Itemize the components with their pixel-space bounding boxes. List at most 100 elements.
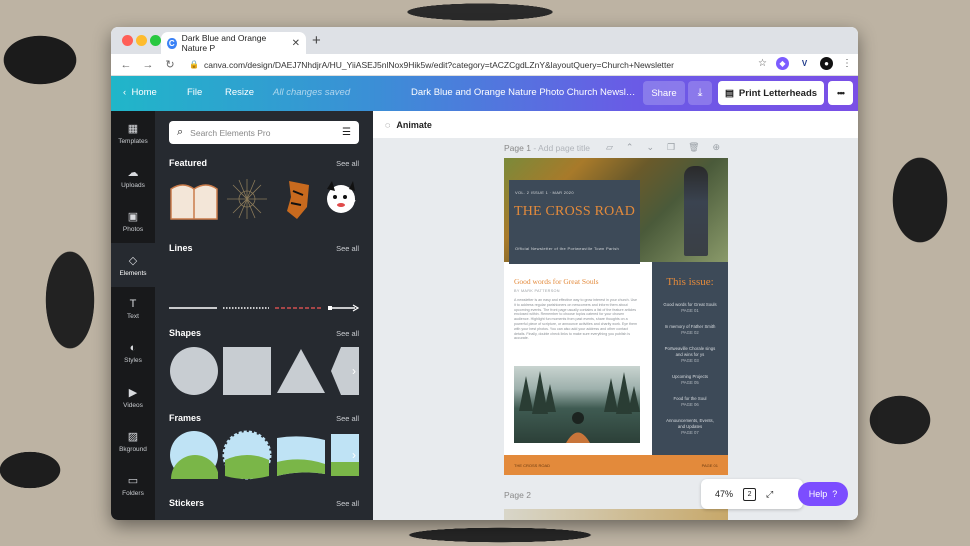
more-options-button[interactable]: ••• (828, 81, 853, 105)
page-footer[interactable]: THE CROSS ROAD PAGE 01 (504, 455, 728, 475)
file-menu[interactable]: File (187, 87, 202, 98)
footer-title: THE CROSS ROAD (514, 463, 551, 468)
zoom-level[interactable]: 47% (715, 489, 733, 499)
contents-item: In memory of Father Smith PAGE 02 (652, 324, 728, 336)
browser-tab[interactable]: C Dark Blue and Orange Nature P ✕ (161, 32, 306, 54)
search-input[interactable]: Search Elements Pro (190, 128, 270, 138)
lock-icon[interactable]: 🔒 (189, 60, 199, 69)
search-icon: ⌕ (177, 126, 184, 138)
print-letterheads-button[interactable]: ▤ Print Letterheads (718, 81, 824, 105)
lines-row (169, 304, 359, 312)
delete-page-icon[interactable]: 🗑 (688, 142, 699, 153)
maximize-window-button[interactable] (150, 35, 161, 46)
move-down-icon[interactable]: ⌄ (646, 142, 654, 153)
add-page-icon[interactable]: ⊕ (713, 142, 721, 153)
design-page-2[interactable] (504, 509, 728, 520)
tab-strip: C Dark Blue and Orange Nature P ✕ + (111, 27, 858, 54)
back-icon[interactable]: ← (119, 59, 133, 71)
home-button[interactable]: ‹ Home (123, 87, 157, 98)
frames-see-all[interactable]: See all (336, 414, 359, 423)
scalloped-frame[interactable] (222, 430, 272, 480)
download-icon[interactable]: ⤓ (688, 81, 712, 105)
extension-dark-icon[interactable]: ● (820, 57, 833, 70)
newsletter-title[interactable]: THE CROSS ROAD (514, 204, 635, 220)
arrow-line[interactable] (328, 304, 359, 312)
vimeo-extension-icon[interactable]: V (798, 57, 811, 70)
background-icon: ▨ (127, 430, 139, 443)
rail-text[interactable]: T Text (111, 287, 155, 331)
rail-background[interactable]: ▨ Bkground (111, 419, 155, 463)
fullscreen-icon[interactable]: ⤢ (766, 489, 773, 500)
filter-icon[interactable]: ☰ (342, 127, 351, 138)
rail-label: Uploads (121, 181, 145, 189)
forest-photo[interactable] (514, 366, 640, 443)
rail-label: Photos (122, 225, 144, 233)
url-field[interactable]: canva.com/design/DAEJ7NhdjrA/HU_YiiASEJ5… (204, 60, 674, 70)
help-button[interactable]: Help ? (798, 482, 848, 506)
rail-folders[interactable]: ▭ Folders (111, 463, 155, 507)
tiger-graphic[interactable] (287, 181, 309, 219)
contents-item-page: PAGE 02 (681, 330, 699, 335)
bookmark-star-icon[interactable]: ☆ (758, 58, 767, 69)
resize-button[interactable]: Resize (225, 87, 254, 98)
duplicate-page-icon[interactable]: ❐ (667, 142, 675, 153)
add-page-title[interactable]: - Add page title (533, 143, 590, 153)
close-tab-icon[interactable]: ✕ (292, 38, 300, 49)
extension-icon[interactable]: ◆ (776, 57, 789, 70)
rail-templates[interactable]: ▦ Templates (111, 111, 155, 155)
sidebar-title: This issue: (666, 276, 714, 288)
photos-icon: ▣ (127, 210, 139, 223)
contents-sidebar[interactable]: This issue: Good words for Great Souls PA… (652, 262, 728, 459)
circle-shape[interactable] (170, 347, 218, 395)
frames-next-arrow-icon[interactable]: › (347, 444, 361, 466)
cross-graphic[interactable] (170, 184, 218, 220)
stickers-see-all[interactable]: See all (336, 499, 359, 508)
contents-item: Portweaville Chorale sings and wins for … (652, 346, 728, 364)
rail-videos[interactable]: ▶ Videos (111, 375, 155, 419)
share-button[interactable]: Share (643, 81, 685, 105)
document-title[interactable]: Dark Blue and Orange Nature Photo Church… (411, 87, 635, 98)
contents-item: Good words for Great Souls PAGE 01 (652, 302, 728, 314)
reload-icon[interactable]: ↻ (163, 58, 177, 71)
shapes-next-arrow-icon[interactable]: › (347, 360, 361, 382)
circle-frame[interactable] (170, 431, 218, 479)
title-box[interactable]: VOL. 2 ISSUE 1 · MAR 2020 Official Newsl… (509, 180, 640, 264)
rail-elements[interactable]: ◇ Elements (111, 243, 155, 287)
rail-label: Text (127, 313, 139, 320)
square-shape[interactable] (223, 347, 271, 395)
rail-styles[interactable]: ◐ Styles (111, 331, 155, 375)
page-1-header: Page 1 - Add page title (504, 143, 590, 153)
newsletter-subtitle: Official Newsletter of the Portweaville … (515, 246, 620, 251)
videos-icon: ▶ (128, 386, 138, 399)
sunburst-graphic[interactable] (227, 179, 267, 219)
rail-uploads[interactable]: ☁ Uploads (111, 155, 155, 199)
contents-item-page: PAGE 06 (681, 402, 699, 407)
wave-frame[interactable] (277, 436, 325, 476)
move-up-icon[interactable]: ⌃ (626, 142, 634, 153)
featured-next-arrow-icon[interactable]: › (347, 189, 361, 211)
minimize-window-button[interactable] (136, 35, 147, 46)
lines-see-all[interactable]: See all (336, 244, 359, 253)
animate-button[interactable]: Animate (396, 120, 432, 130)
shapes-see-all[interactable]: See all (336, 329, 359, 338)
templates-icon: ▦ (127, 122, 139, 135)
rail-label: Styles (124, 357, 142, 364)
browser-menu-icon[interactable]: ⋮ (842, 58, 852, 69)
design-page-1[interactable]: VOL. 2 ISSUE 1 · MAR 2020 Official Newsl… (504, 158, 728, 475)
animate-icon[interactable]: ◌ (385, 120, 390, 130)
article-body[interactable]: A newsletter is an easy and effective wa… (514, 298, 639, 341)
page-2-label: Page 2 (504, 490, 531, 500)
elements-search[interactable]: ⌕ Search Elements Pro ☰ (169, 121, 359, 144)
contents-item-page: PAGE 07 (681, 430, 699, 435)
triangle-shape[interactable] (277, 349, 325, 393)
forward-icon[interactable]: → (141, 59, 155, 71)
contents-item-title: Food for the Soul (673, 396, 707, 401)
featured-see-all[interactable]: See all (336, 159, 359, 168)
page-count-badge[interactable]: 2 (743, 487, 757, 501)
new-tab-button[interactable]: + (312, 32, 321, 49)
close-window-button[interactable] (122, 35, 133, 46)
page-notes-icon[interactable]: ▱ (606, 142, 613, 153)
shapes-row (170, 347, 359, 395)
article-title[interactable]: Good words for Great Souls (514, 277, 599, 286)
rail-photos[interactable]: ▣ Photos (111, 199, 155, 243)
